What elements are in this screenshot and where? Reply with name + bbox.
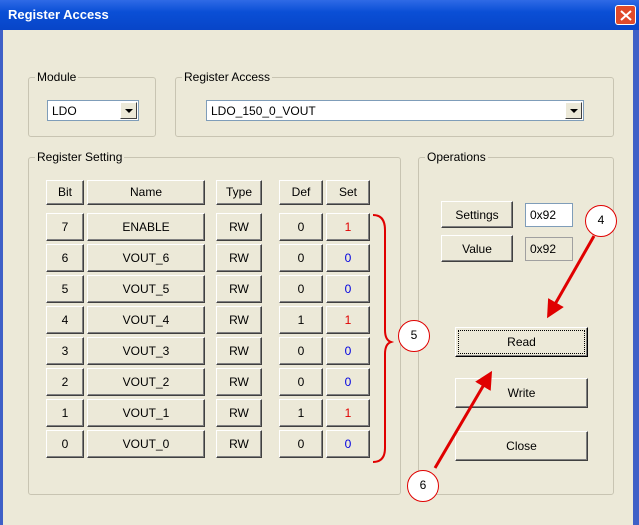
register-cell-type[interactable]: RW xyxy=(216,244,262,272)
value-button[interactable]: Value xyxy=(441,235,513,262)
register-cell-type[interactable]: RW xyxy=(216,337,262,365)
register-cell-type[interactable]: RW xyxy=(216,306,262,334)
register-access-window: Register Access Module LDO Register Acce… xyxy=(0,0,639,525)
module-group: Module LDO xyxy=(28,70,156,137)
register-cell-bit[interactable]: 1 xyxy=(46,399,84,427)
header-type[interactable]: Type xyxy=(216,180,262,205)
register-dropdown-arrow[interactable] xyxy=(565,102,582,119)
register-cell-type[interactable]: RW xyxy=(216,275,262,303)
module-select[interactable]: LDO xyxy=(47,100,139,121)
register-select[interactable]: LDO_150_0_VOUT xyxy=(206,100,584,121)
register-cell-def[interactable]: 0 xyxy=(279,337,323,365)
register-cell-bit[interactable]: 4 xyxy=(46,306,84,334)
register-cell-bit[interactable]: 3 xyxy=(46,337,84,365)
register-setting-group: Register Setting Bit Name Type Def Set 7… xyxy=(28,150,401,495)
register-select-value: LDO_150_0_VOUT xyxy=(211,104,316,118)
register-cell-def[interactable]: 1 xyxy=(279,399,323,427)
register-cell-set[interactable]: 0 xyxy=(326,430,370,458)
chevron-down-icon xyxy=(125,109,133,113)
register-cell-def[interactable]: 0 xyxy=(279,275,323,303)
operations-group-label: Operations xyxy=(425,150,488,164)
module-select-value: LDO xyxy=(52,104,77,118)
register-cell-name[interactable]: VOUT_4 xyxy=(87,306,205,334)
register-setting-group-label: Register Setting xyxy=(35,150,125,164)
callout-5: 5 xyxy=(398,320,430,352)
register-cell-def[interactable]: 0 xyxy=(279,244,323,272)
operations-group: Operations Settings 0x92 Value 0x92 Read… xyxy=(418,150,614,495)
register-cell-name[interactable]: VOUT_2 xyxy=(87,368,205,396)
register-cell-set[interactable]: 1 xyxy=(326,213,370,241)
register-cell-def[interactable]: 1 xyxy=(279,306,323,334)
register-access-group: Register Access LDO_150_0_VOUT xyxy=(175,70,614,137)
register-access-group-label: Register Access xyxy=(182,70,273,84)
value-display: 0x92 xyxy=(525,237,573,261)
register-cell-name[interactable]: VOUT_0 xyxy=(87,430,205,458)
title-bar[interactable]: Register Access xyxy=(0,0,639,30)
register-cell-set[interactable]: 0 xyxy=(326,275,370,303)
window-title: Register Access xyxy=(8,7,109,22)
close-icon xyxy=(620,10,632,21)
settings-input[interactable]: 0x92 xyxy=(525,203,573,227)
close-button[interactable]: Close xyxy=(455,431,588,461)
write-button[interactable]: Write xyxy=(455,378,588,408)
register-cell-type[interactable]: RW xyxy=(216,430,262,458)
header-def[interactable]: Def xyxy=(279,180,323,205)
register-cell-def[interactable]: 0 xyxy=(279,213,323,241)
close-window-button[interactable] xyxy=(615,5,636,25)
register-cell-name[interactable]: VOUT_3 xyxy=(87,337,205,365)
module-group-label: Module xyxy=(35,70,79,84)
register-cell-type[interactable]: RW xyxy=(216,368,262,396)
register-cell-bit[interactable]: 0 xyxy=(46,430,84,458)
register-cell-def[interactable]: 0 xyxy=(279,368,323,396)
register-cell-set[interactable]: 0 xyxy=(326,337,370,365)
settings-button[interactable]: Settings xyxy=(441,201,513,228)
callout-6: 6 xyxy=(407,470,439,502)
register-cell-name[interactable]: VOUT_6 xyxy=(87,244,205,272)
header-bit[interactable]: Bit xyxy=(46,180,84,205)
register-cell-bit[interactable]: 5 xyxy=(46,275,84,303)
register-cell-bit[interactable]: 6 xyxy=(46,244,84,272)
register-cell-name[interactable]: VOUT_5 xyxy=(87,275,205,303)
register-cell-set[interactable]: 0 xyxy=(326,368,370,396)
register-cell-bit[interactable]: 2 xyxy=(46,368,84,396)
register-cell-set[interactable]: 1 xyxy=(326,306,370,334)
register-cell-type[interactable]: RW xyxy=(216,213,262,241)
header-name[interactable]: Name xyxy=(87,180,205,205)
register-cell-set[interactable]: 0 xyxy=(326,244,370,272)
register-cell-bit[interactable]: 7 xyxy=(46,213,84,241)
read-button[interactable]: Read xyxy=(455,327,588,357)
dialog-client-area: Module LDO Register Access LDO_150_0_VOU… xyxy=(3,30,633,525)
header-set[interactable]: Set xyxy=(326,180,370,205)
callout-4: 4 xyxy=(585,205,617,237)
chevron-down-icon xyxy=(570,109,578,113)
register-cell-type[interactable]: RW xyxy=(216,399,262,427)
register-cell-def[interactable]: 0 xyxy=(279,430,323,458)
register-cell-set[interactable]: 1 xyxy=(326,399,370,427)
register-cell-name[interactable]: VOUT_1 xyxy=(87,399,205,427)
module-dropdown-arrow[interactable] xyxy=(120,102,137,119)
register-cell-name[interactable]: ENABLE xyxy=(87,213,205,241)
